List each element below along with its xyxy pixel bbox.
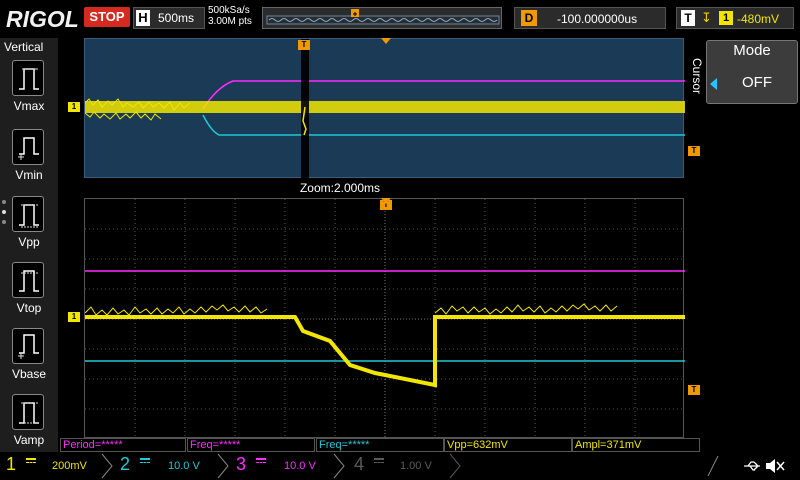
horizontal-key: H <box>136 10 150 26</box>
timebase-value: 500ms <box>158 11 195 25</box>
vpp-icon <box>19 204 39 228</box>
dc-coupling-icon <box>26 458 36 460</box>
overview-traces <box>84 39 685 179</box>
brand-logo: RIGOL <box>6 6 79 32</box>
separator-chevron-icon <box>101 453 113 479</box>
page-dot <box>2 200 6 204</box>
trigger-channel: 1 <box>719 11 733 25</box>
dc-coupling-icon <box>374 458 384 460</box>
vmax-label: Vmax <box>13 99 45 113</box>
vpp-button[interactable] <box>12 196 44 232</box>
trigger-level-marker[interactable]: T <box>688 385 700 395</box>
zoomed-waveform-window[interactable] <box>84 198 685 439</box>
main-traces <box>84 199 685 439</box>
vtop-button[interactable] <box>12 262 44 298</box>
delay-key: D <box>521 10 537 26</box>
ch2-scale: 10.0 V <box>168 460 200 472</box>
page-indicator <box>2 200 8 230</box>
ch2-status[interactable]: 2 10.0 V <box>116 452 229 480</box>
ch2-number: 2 <box>120 454 131 474</box>
ch1-number: 1 <box>6 454 17 474</box>
measurement-freq-ch3[interactable]: Freq=***** <box>187 438 315 452</box>
sample-rate: 500kSa/s <box>208 5 250 16</box>
separator-chevron-icon <box>449 453 461 479</box>
vtop-icon <box>19 270 39 292</box>
ch1-trace <box>85 315 685 388</box>
dc-coupling-icon-dash <box>256 462 266 464</box>
separator-chevron-icon <box>707 455 719 477</box>
separator-chevron-icon <box>333 453 345 479</box>
ch3-number: 3 <box>236 454 247 474</box>
vmin-icon <box>18 137 39 160</box>
vmin-button[interactable] <box>12 129 44 165</box>
trigger-key: T <box>681 10 695 26</box>
trigger-box[interactable]: T ↧ 1 -480mV <box>676 7 794 29</box>
trigger-position-arrow-icon <box>381 38 391 44</box>
measurement-period-ch3[interactable]: Period=***** <box>60 438 186 452</box>
ch3-scale: 10.0 V <box>284 460 316 472</box>
run-stop-indicator[interactable]: STOP <box>84 7 130 27</box>
zoom-trigger-marker: T <box>298 40 310 50</box>
horizontal-timebase-box[interactable]: H 500ms <box>133 7 205 29</box>
vbase-button[interactable] <box>12 328 44 364</box>
vbase-icon <box>18 334 39 359</box>
ch4-number: 4 <box>354 454 365 474</box>
cursor-mode-label: Mode <box>733 42 771 59</box>
ch1-status[interactable]: 1 200mV <box>0 452 113 480</box>
ch1-offset-marker-zoom[interactable]: 1 <box>68 102 80 112</box>
measurement-vpp-ch1[interactable]: Vpp=632mV <box>444 438 572 452</box>
dc-coupling-icon-dash <box>374 462 384 464</box>
ch1-trace-overview <box>85 101 685 113</box>
delay-box[interactable]: D -100.000000us <box>514 7 666 29</box>
zoom-timebase-label: Zoom:2.000ms <box>299 181 381 195</box>
vamp-label: Vamp <box>13 433 45 447</box>
vbase-label: Vbase <box>11 367 47 381</box>
timeline-waveform-icon <box>266 9 500 25</box>
ch2-trace-overview <box>202 114 685 136</box>
vamp-icon <box>19 402 39 424</box>
ch4-status[interactable]: 4 1.00 V <box>348 452 461 480</box>
page-dot <box>2 220 6 224</box>
ch1-offset-marker[interactable]: 1 <box>68 312 80 322</box>
measurement-ampl-ch1[interactable]: Ampl=371mV <box>572 438 700 452</box>
cursor-menu-title: Cursor <box>690 58 704 95</box>
memory-depth: 3.00M pts <box>208 16 252 27</box>
vmin-label: Vmin <box>15 168 43 182</box>
separator-chevron-icon <box>217 453 229 479</box>
measurement-freq-ch2[interactable]: Freq=***** <box>316 438 444 452</box>
ch1-scale: 200mV <box>52 460 87 472</box>
page-dot-active <box>2 210 6 214</box>
dc-coupling-icon <box>256 458 266 460</box>
main-trigger-position-arrow-icon <box>381 198 391 204</box>
trigger-level: -480mV <box>737 12 780 26</box>
vamp-button[interactable] <box>12 394 44 430</box>
memory-timeline[interactable] <box>262 7 502 29</box>
dc-coupling-icon-dash <box>140 462 150 464</box>
cursor-mode-value: OFF <box>742 74 772 91</box>
vmax-button[interactable] <box>12 60 44 96</box>
dc-coupling-icon-dash <box>26 462 36 464</box>
trigger-slope-icon: ↧ <box>701 10 712 25</box>
ch4-scale: 1.00 V <box>400 460 432 472</box>
usb-icon <box>744 461 760 471</box>
ch3-status[interactable]: 3 10.0 V <box>232 452 345 480</box>
overview-waveform-window[interactable] <box>84 38 685 179</box>
measure-menu-title: Vertical <box>4 40 44 54</box>
vmax-icon <box>19 68 39 90</box>
dc-coupling-icon <box>140 458 150 460</box>
delay-value: -100.000000us <box>557 12 638 26</box>
acquisition-info: 500kSa/s 3.00M pts <box>208 5 252 27</box>
speaker-muted-icon[interactable] <box>764 456 786 476</box>
vpp-label: Vpp <box>18 235 40 249</box>
trigger-level-marker-zoom[interactable]: T <box>688 146 700 156</box>
vtop-label: Vtop <box>16 301 42 315</box>
